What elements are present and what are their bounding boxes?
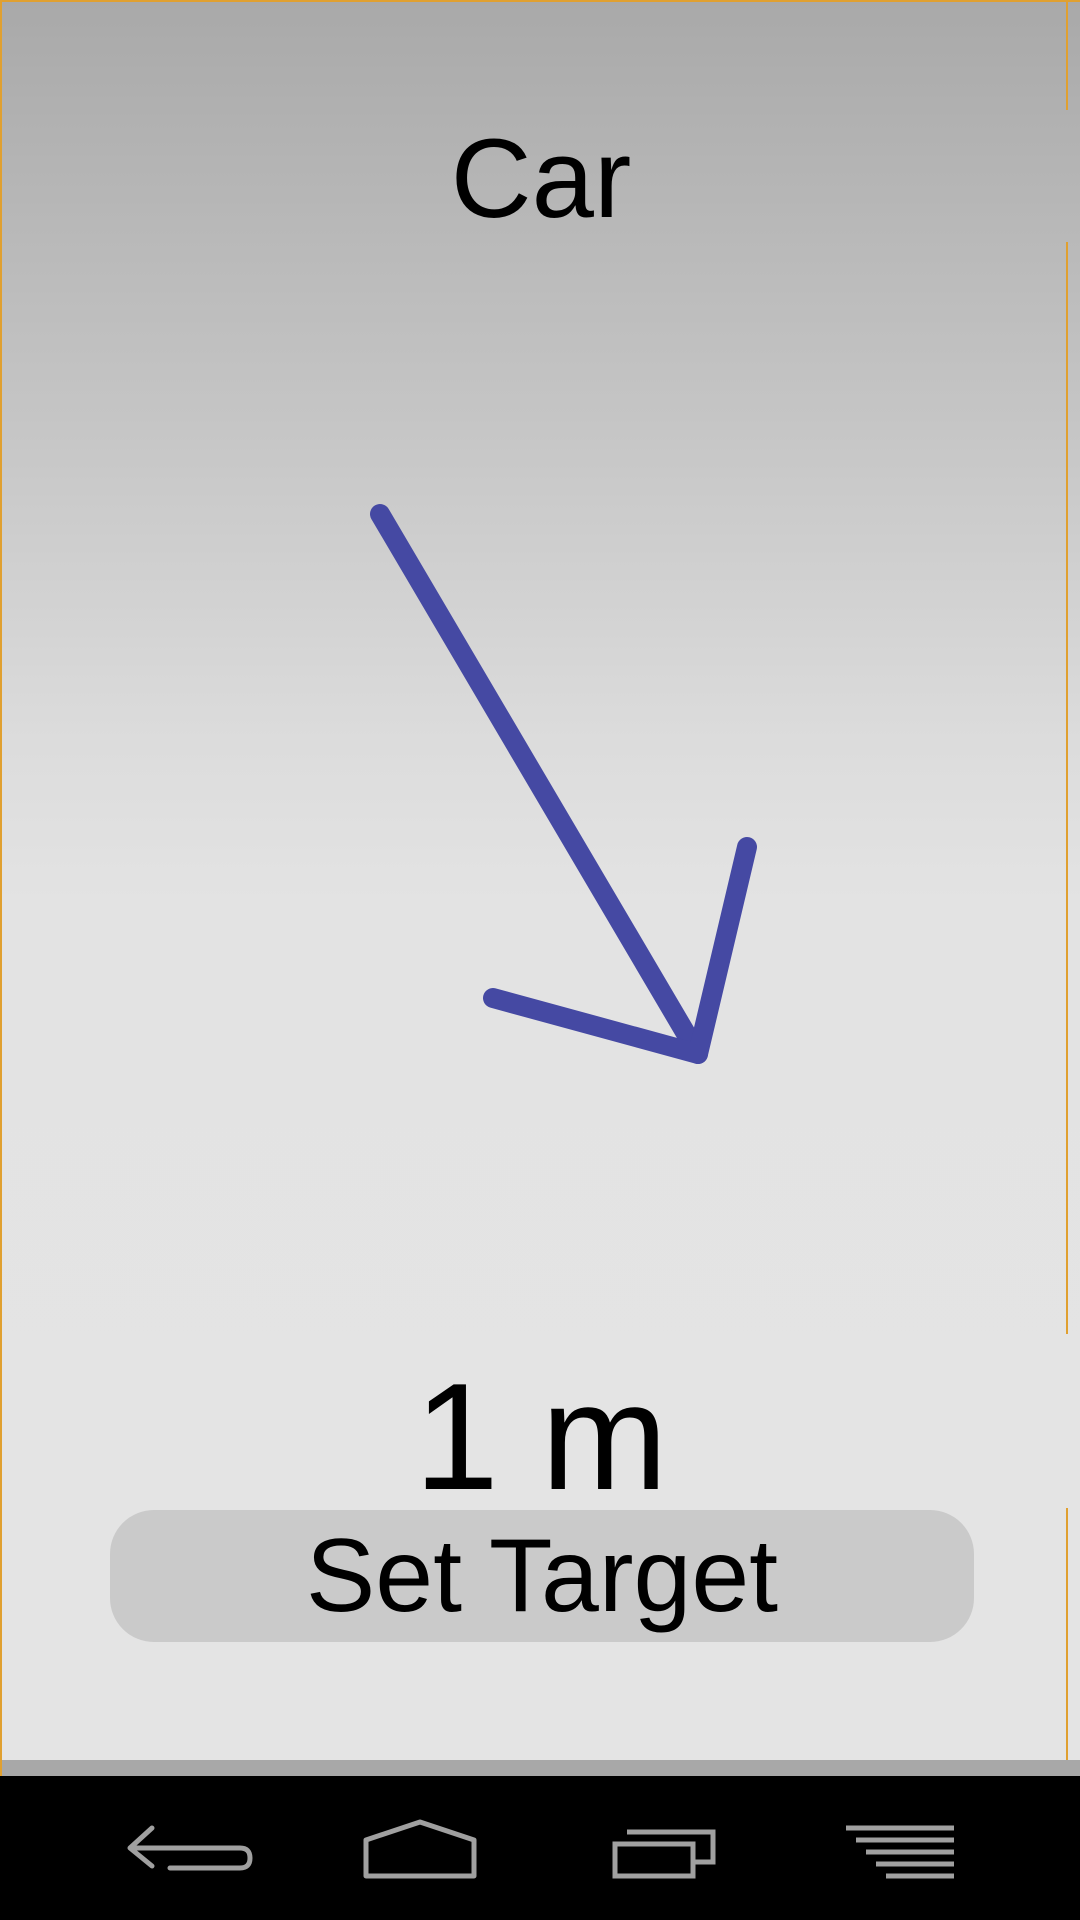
recent-apps-button[interactable] — [575, 1776, 755, 1920]
edge-divider — [1066, 1508, 1068, 1760]
back-button[interactable] — [90, 1776, 270, 1920]
direction-arrow-icon — [370, 504, 757, 1064]
set-target-button[interactable]: Set Target — [110, 1510, 974, 1642]
recent-apps-icon — [612, 1829, 716, 1879]
arrow-head — [483, 837, 757, 1064]
target-name: Car — [450, 116, 632, 241]
edge-divider — [1066, 242, 1068, 1334]
arrow-shaft — [370, 504, 708, 1064]
edge-divider — [1066, 2, 1068, 110]
system-navigation-bar — [0, 1776, 1080, 1920]
distance-readout: 1 m — [414, 1352, 668, 1522]
back-icon — [127, 1825, 253, 1871]
menu-button[interactable] — [820, 1776, 1000, 1920]
menu-icon — [846, 1825, 954, 1879]
compass-screen: Car 1 m Set Target — [0, 0, 1080, 1778]
home-icon — [363, 1819, 477, 1879]
home-button[interactable] — [330, 1776, 510, 1920]
